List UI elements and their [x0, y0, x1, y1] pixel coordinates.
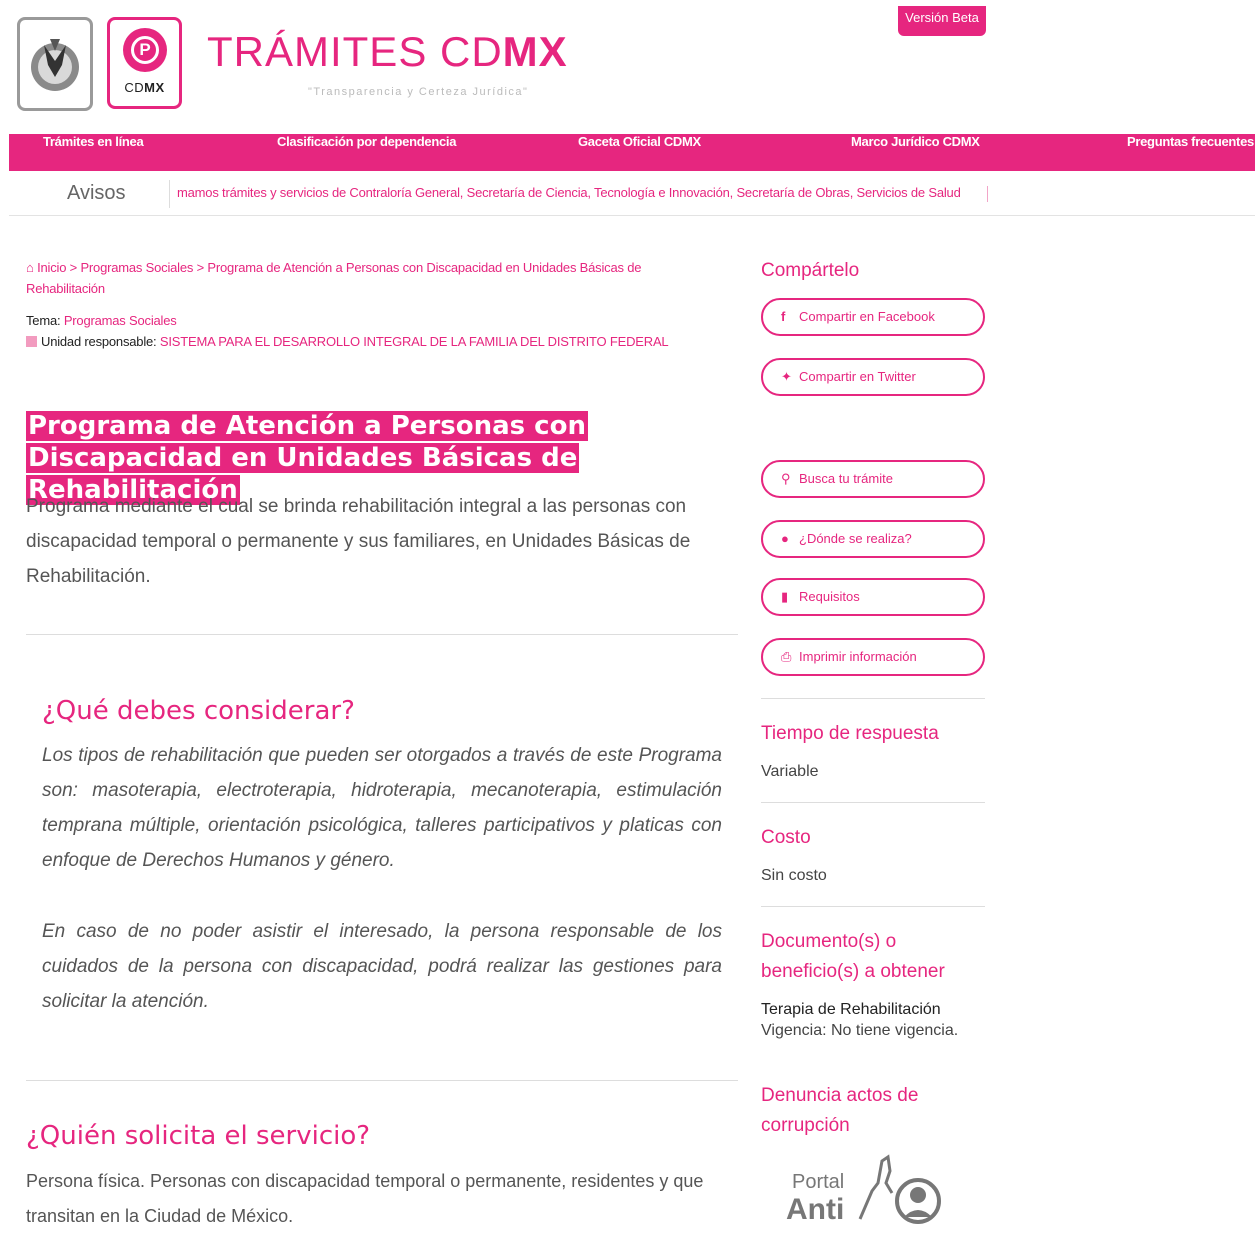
breadcrumb-programas-sociales[interactable]: Programas Sociales	[80, 260, 193, 275]
nav-tramites-en-linea[interactable]: Trámites en línea	[43, 134, 144, 171]
tiempo-heading: Tiempo de respuesta	[761, 723, 939, 744]
solicita-paragraph: Persona física. Personas con discapacida…	[26, 1171, 704, 1226]
site-title-light: TRÁMITES CD	[207, 28, 503, 75]
avisos-ticker-end	[987, 186, 988, 202]
nav-preguntas-frecuentes[interactable]: Preguntas frecuentes	[1127, 134, 1254, 171]
beta-badge: Versión Beta	[898, 6, 986, 36]
imprimir-button[interactable]: ⎙ Imprimir información	[761, 638, 985, 676]
vigencia-value: Vigencia: No tiene vigencia.	[761, 1022, 959, 1039]
nav-clasificacion-dependencia[interactable]: Clasificación por dependencia	[277, 134, 456, 171]
facebook-icon: f	[781, 309, 786, 324]
eagle-emblem-icon	[31, 39, 79, 91]
unidad-row: Unidad responsable: SISTEMA PARA EL DESA…	[26, 334, 669, 349]
tema-label: Tema:	[26, 313, 61, 328]
nav-gaceta-oficial[interactable]: Gaceta Oficial CDMX	[578, 134, 701, 171]
imprimir-label: Imprimir información	[799, 649, 917, 664]
donde-se-realiza-button[interactable]: ● ¿Dónde se realiza?	[761, 520, 985, 558]
sidebar-divider	[761, 906, 985, 907]
anticorruption-icon	[858, 1154, 941, 1224]
costo-value: Sin costo	[761, 867, 827, 884]
map-pin-icon: ●	[781, 531, 789, 546]
share-facebook-button[interactable]: f Compartir en Facebook	[761, 298, 985, 336]
home-icon[interactable]: ⌂	[26, 257, 34, 278]
printer-icon: ⎙	[781, 649, 792, 664]
search-icon: ⚲	[781, 471, 791, 486]
requisitos-label: Requisitos	[799, 589, 860, 604]
breadcrumb: ⌂ Inicio > Programas Sociales > Programa…	[26, 257, 706, 299]
denuncia-heading: Denuncia actos de corrupción	[761, 1085, 919, 1136]
cdmx-logo-text: CDMX	[124, 80, 165, 95]
considerar-heading: ¿Qué debes considerar?	[42, 696, 355, 726]
cdmx-logo-icon: P	[123, 28, 167, 72]
site-title-bold: MX	[502, 28, 568, 75]
documento-heading: Documento(s) o beneficio(s) a obtener	[761, 931, 945, 982]
site-subtitle: "Transparencia y Certeza Jurídica"	[308, 86, 529, 98]
document-icon	[26, 336, 37, 347]
costo-heading: Costo	[761, 827, 811, 848]
page-description: Programa mediante el cual se brinda reha…	[26, 496, 691, 587]
requisitos-button[interactable]: ▮ Requisitos	[761, 578, 985, 616]
document-icon: ▮	[781, 589, 789, 604]
avisos-ticker[interactable]: mamos trámites y servicios de Contralorí…	[177, 185, 961, 200]
solicita-heading: ¿Quién solicita el servicio?	[26, 1121, 371, 1151]
share-facebook-label: Compartir en Facebook	[799, 309, 935, 324]
main-nav: Trámites en línea Clasificación por depe…	[9, 134, 1255, 171]
busca-tramite-label: Busca tu trámite	[799, 471, 893, 486]
sidebar-divider	[761, 802, 985, 803]
cdmx-logo[interactable]: P CDMX	[107, 17, 182, 109]
avisos-divider	[169, 180, 170, 208]
portal-label-bold: Anti	[786, 1193, 845, 1225]
tema-value[interactable]: Programas Sociales	[64, 313, 177, 328]
breadcrumb-separator: >	[66, 260, 81, 275]
busca-tramite-button[interactable]: ⚲ Busca tu trámite	[761, 460, 985, 498]
unidad-label: Unidad responsable:	[41, 334, 157, 349]
twitter-icon: ✦	[781, 369, 792, 384]
share-twitter-label: Compartir en Twitter	[799, 369, 916, 384]
breadcrumb-separator: >	[193, 260, 208, 275]
breadcrumb-home[interactable]: Inicio	[37, 260, 66, 275]
considerar-paragraph-1: Los tipos de rehabilitación que pueden s…	[42, 745, 722, 871]
share-heading: Compártelo	[761, 260, 860, 281]
documento-value: Terapia de Rehabilitación	[761, 1001, 941, 1018]
share-twitter-button[interactable]: ✦ Compartir en Twitter	[761, 358, 985, 396]
tiempo-value: Variable	[761, 763, 819, 780]
section-divider	[26, 634, 738, 635]
avisos-bar: Avisos mamos trámites y servicios de Con…	[9, 172, 1255, 216]
site-title[interactable]: TRÁMITES CDMX	[207, 28, 568, 76]
sidebar-divider	[761, 698, 985, 699]
tema-row: Tema: Programas Sociales	[26, 313, 177, 328]
portal-label: Portal	[792, 1171, 845, 1193]
portal-anticorrupcion-link[interactable]: Portal Anti	[786, 1153, 946, 1225]
considerar-paragraph-2: En caso de no poder asistir el interesad…	[42, 921, 722, 1012]
avisos-label: Avisos	[67, 182, 126, 204]
section-divider	[26, 1080, 738, 1081]
government-emblem-logo[interactable]	[17, 17, 93, 111]
unidad-value[interactable]: SISTEMA PARA EL DESARROLLO INTEGRAL DE L…	[160, 334, 669, 349]
site-header: P CDMX TRÁMITES CDMX "Transparencia y Ce…	[0, 0, 1255, 134]
nav-marco-juridico[interactable]: Marco Jurídico CDMX	[851, 134, 980, 171]
donde-se-realiza-label: ¿Dónde se realiza?	[799, 531, 912, 546]
